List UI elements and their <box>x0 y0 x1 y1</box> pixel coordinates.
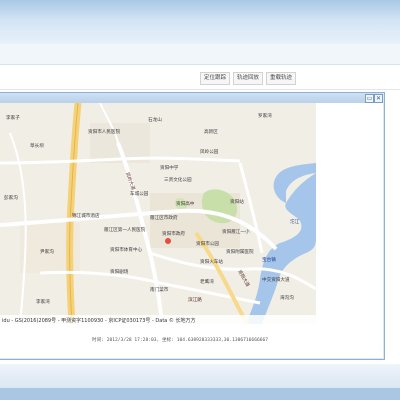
map-label: 凤岭公园 <box>200 148 219 155</box>
map-label: 海沟沟 <box>280 294 294 301</box>
map-label: 资阳高中 <box>176 200 195 207</box>
map-canvas[interactable]: 李家子 资阳市人民医院 高新区 石龙山 罗家湾 草长坝 凤岭公园 资阳中学 三贤… <box>0 103 316 324</box>
minimize-icon[interactable]: ▭ <box>365 94 374 103</box>
map-label: 锦江城市酒店 <box>72 212 100 219</box>
divider <box>0 89 400 90</box>
popup-content: 李家子 资阳市人民医院 高新区 石龙山 罗家湾 草长坝 凤岭公园 资阳中学 三贤… <box>0 103 383 358</box>
close-icon[interactable]: ✕ <box>374 94 383 103</box>
road-label: 滨江路 <box>188 296 202 303</box>
map-label: 资阳剧场 <box>110 268 129 275</box>
map-label: 雁江区市政府 <box>150 214 178 221</box>
footer-strip <box>0 364 400 388</box>
map-label: 车城公园 <box>130 190 149 197</box>
map-copyright: idu - GS(2016)2089号 - 甲测资字1100930 - 京ICP… <box>2 317 196 324</box>
map-label: 资阳附属医院 <box>226 248 254 255</box>
header-banner <box>0 0 400 44</box>
map-label: 草长坝 <box>30 142 44 149</box>
track-playback-button[interactable]: 轨迹回放 <box>233 72 264 85</box>
map-toolbar: 定位跟踪 轨迹回放 重载轨迹 <box>200 72 297 85</box>
map-label: 李家子 <box>6 114 20 121</box>
map-label: 雁江区第一人民医院 <box>104 226 146 233</box>
header-strip <box>0 44 400 65</box>
map-label: 高新区 <box>204 128 218 135</box>
vehicle-marker-icon[interactable] <box>165 238 171 244</box>
map-label: 彭家沟 <box>4 194 18 201</box>
map-label: 尹家沟 <box>40 248 54 255</box>
reload-track-button[interactable]: 重载轨迹 <box>266 72 297 85</box>
map-label: 资阳市人民医院 <box>88 128 121 135</box>
map-label: 中交资阳大道 <box>262 276 290 283</box>
map-label: 李家湾 <box>36 298 50 305</box>
map-label: 资阳雁江一小 <box>222 228 250 235</box>
map-label: 资阳中学 <box>160 164 179 171</box>
map-label: 资阳市体育中心 <box>110 246 143 253</box>
map-label: 资阳市公园 <box>196 240 219 247</box>
track-info-text: 时间: 2012/3/28 17:28:03, 坐标: 104.63892833… <box>92 338 269 343</box>
map-label: 罗家湾 <box>258 112 272 119</box>
map-popup-window: ▭ ✕ 李家子 资阳市人民医院 高新区 石龙山 罗家湾 草长坝 凤岭公园 资阳中… <box>0 92 385 360</box>
map-label: 资阳火车站 <box>200 258 223 265</box>
map-label: 资阳市政府 <box>162 230 185 237</box>
map-label: 宝台镇 <box>262 256 276 263</box>
footer-edge <box>0 388 400 400</box>
map-label: 石龙山 <box>148 116 162 123</box>
river-label: 沱江 <box>290 218 300 225</box>
map-label: 资阳站 <box>230 198 244 205</box>
track-locate-button[interactable]: 定位跟踪 <box>200 72 231 85</box>
map-label: 老鹰湾 <box>200 278 214 285</box>
popup-titlebar[interactable]: ▭ ✕ <box>0 93 383 103</box>
map-label: 三贤文化公园 <box>164 176 192 183</box>
map-view[interactable]: 李家子 资阳市人民医院 高新区 石龙山 罗家湾 草长坝 凤岭公园 资阳中学 三贤… <box>0 103 316 324</box>
map-label: 南门菜市 <box>150 286 169 293</box>
